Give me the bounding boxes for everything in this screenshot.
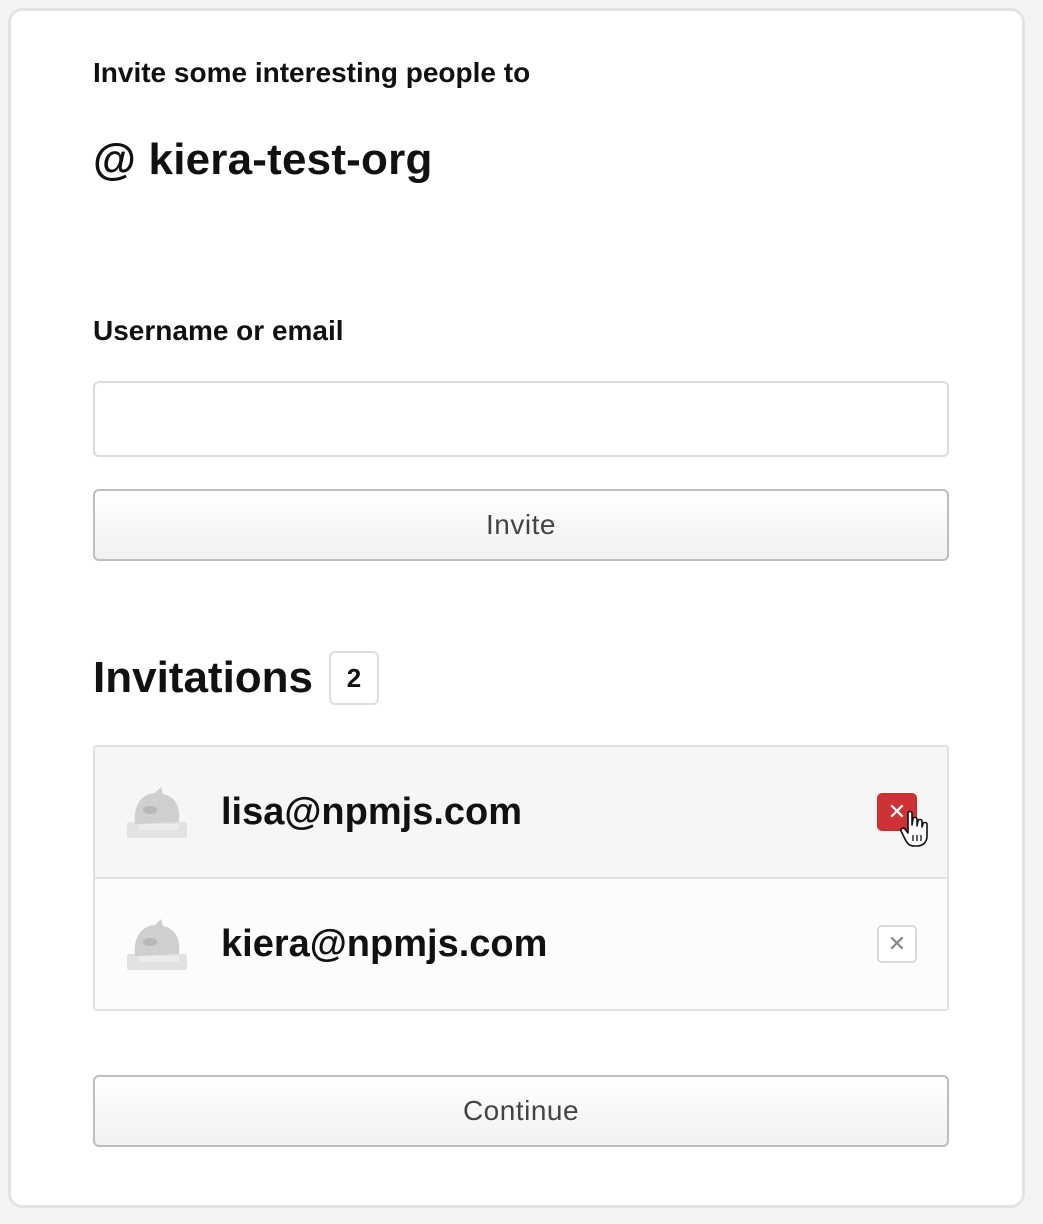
hand-cursor-icon <box>900 810 928 847</box>
org-name-heading: @ kiera-test-org <box>93 135 433 184</box>
continue-button[interactable]: Continue <box>93 1075 949 1147</box>
avatar-placeholder-icon <box>127 919 187 970</box>
username-email-label: Username or email <box>93 315 344 346</box>
remove-invitation-button[interactable]: ✕ <box>877 925 917 963</box>
avatar-placeholder-icon <box>127 787 187 838</box>
invitation-email: lisa@npmjs.com <box>221 790 523 833</box>
intro-text: Invite some interesting people to <box>93 57 531 88</box>
invitation-row: kiera@npmjs.com ✕ <box>95 877 947 1009</box>
invitations-count-badge: 2 <box>329 651 380 705</box>
invitations-heading: Invitations 2 <box>93 651 380 705</box>
invite-button[interactable]: Invite <box>93 489 949 561</box>
invitations-title: Invitations <box>93 653 314 702</box>
invitation-email: kiera@npmjs.com <box>221 922 548 965</box>
username-email-input[interactable] <box>93 381 949 457</box>
invite-card: Invite some interesting people to @ kier… <box>8 8 1025 1208</box>
close-icon: ✕ <box>887 931 907 956</box>
invitations-list: lisa@npmjs.com ✕ kiera@npmjs.com ✕ <box>93 745 949 1011</box>
invitation-row: lisa@npmjs.com ✕ <box>95 747 947 877</box>
